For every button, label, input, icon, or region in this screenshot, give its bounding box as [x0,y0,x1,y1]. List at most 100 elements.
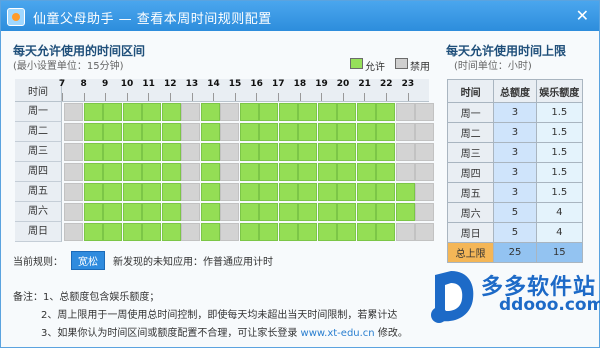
schedule-cell-allowed[interactable] [259,123,278,141]
schedule-cell-allowed[interactable] [142,163,161,181]
schedule-cell-allowed[interactable] [122,223,142,241]
schedule-cell-allowed[interactable] [317,143,337,161]
schedule-cell-allowed[interactable] [239,143,259,161]
schedule-cell-allowed[interactable] [395,203,415,221]
schedule-cell-allowed[interactable] [337,123,356,141]
schedule-cell-allowed[interactable] [103,223,122,241]
schedule-cell-allowed[interactable] [142,103,161,121]
schedule-cell-allowed[interactable] [298,223,317,241]
schedule-cell-forbidden[interactable] [64,203,83,221]
schedule-cell-allowed[interactable] [142,203,161,221]
schedule-cell-forbidden[interactable] [395,223,415,241]
schedule-cell-allowed[interactable] [356,203,376,221]
schedule-cell-allowed[interactable] [103,163,122,181]
schedule-cell-allowed[interactable] [298,203,317,221]
schedule-cell-allowed[interactable] [278,103,298,121]
schedule-cell-forbidden[interactable] [64,143,83,161]
schedule-cell-allowed[interactable] [142,123,161,141]
schedule-cell-allowed[interactable] [161,163,181,181]
schedule-cell-allowed[interactable] [298,183,317,201]
schedule-cell-allowed[interactable] [83,123,103,141]
schedule-cell-allowed[interactable] [356,163,376,181]
schedule-cell-allowed[interactable] [200,163,220,181]
schedule-cell-allowed[interactable] [356,123,376,141]
schedule-cell-allowed[interactable] [142,223,161,241]
schedule-cell-allowed[interactable] [122,143,142,161]
schedule-cell-allowed[interactable] [259,203,278,221]
schedule-cell-forbidden[interactable] [395,123,415,141]
schedule-cell-allowed[interactable] [395,183,415,201]
schedule-cell-forbidden[interactable] [64,103,83,121]
schedule-cell-allowed[interactable] [142,143,161,161]
schedule-cell-allowed[interactable] [376,183,395,201]
schedule-cell-allowed[interactable] [239,223,259,241]
schedule-cell-forbidden[interactable] [181,123,200,141]
schedule-cell-allowed[interactable] [376,103,395,121]
schedule-cell-allowed[interactable] [337,143,356,161]
schedule-cell-forbidden[interactable] [415,103,434,121]
schedule-cell-allowed[interactable] [298,163,317,181]
schedule-cell-allowed[interactable] [122,203,142,221]
schedule-cell-allowed[interactable] [200,183,220,201]
schedule-cell-allowed[interactable] [337,223,356,241]
schedule-cell-forbidden[interactable] [181,163,200,181]
schedule-cell-allowed[interactable] [239,183,259,201]
schedule-cell-forbidden[interactable] [220,123,239,141]
schedule-cell-allowed[interactable] [200,123,220,141]
site-link[interactable]: www.xt-edu.cn [301,328,375,339]
schedule-cell-allowed[interactable] [239,163,259,181]
schedule-cell-allowed[interactable] [337,163,356,181]
schedule-cell-forbidden[interactable] [415,163,434,181]
schedule-cell-allowed[interactable] [161,203,181,221]
schedule-cell-allowed[interactable] [317,123,337,141]
schedule-cell-forbidden[interactable] [64,223,83,241]
schedule-cell-allowed[interactable] [122,183,142,201]
schedule-cell-allowed[interactable] [376,143,395,161]
schedule-cell-allowed[interactable] [83,223,103,241]
schedule-cell-forbidden[interactable] [181,203,200,221]
schedule-cell-allowed[interactable] [317,183,337,201]
schedule-cell-allowed[interactable] [239,103,259,121]
schedule-cell-forbidden[interactable] [395,103,415,121]
schedule-cell-allowed[interactable] [122,163,142,181]
schedule-cell-allowed[interactable] [103,183,122,201]
schedule-cell-allowed[interactable] [259,223,278,241]
schedule-cell-forbidden[interactable] [395,163,415,181]
schedule-cell-allowed[interactable] [142,183,161,201]
schedule-cell-allowed[interactable] [83,143,103,161]
schedule-cell-allowed[interactable] [161,223,181,241]
schedule-cell-forbidden[interactable] [181,143,200,161]
schedule-cell-allowed[interactable] [122,123,142,141]
schedule-cell-forbidden[interactable] [181,103,200,121]
schedule-cell-allowed[interactable] [337,103,356,121]
schedule-cell-allowed[interactable] [161,103,181,121]
schedule-cell-allowed[interactable] [337,203,356,221]
schedule-cell-forbidden[interactable] [181,183,200,201]
schedule-cell-allowed[interactable] [83,203,103,221]
schedule-cell-forbidden[interactable] [220,203,239,221]
schedule-cell-forbidden[interactable] [395,143,415,161]
schedule-cell-allowed[interactable] [200,203,220,221]
schedule-cell-allowed[interactable] [83,163,103,181]
schedule-cell-allowed[interactable] [161,143,181,161]
schedule-cell-allowed[interactable] [259,163,278,181]
schedule-cell-allowed[interactable] [83,103,103,121]
close-button[interactable]: ✕ [576,6,589,25]
schedule-cell-forbidden[interactable] [415,223,434,241]
schedule-cell-allowed[interactable] [317,163,337,181]
schedule-cell-allowed[interactable] [200,143,220,161]
schedule-cell-forbidden[interactable] [415,123,434,141]
schedule-cell-forbidden[interactable] [64,123,83,141]
schedule-cell-allowed[interactable] [103,123,122,141]
schedule-cell-allowed[interactable] [239,203,259,221]
schedule-cell-forbidden[interactable] [220,143,239,161]
schedule-cell-allowed[interactable] [259,183,278,201]
schedule-cell-allowed[interactable] [259,103,278,121]
schedule-cell-allowed[interactable] [278,223,298,241]
schedule-cell-allowed[interactable] [122,103,142,121]
schedule-cell-allowed[interactable] [83,183,103,201]
schedule-cell-allowed[interactable] [259,143,278,161]
schedule-cell-allowed[interactable] [278,183,298,201]
schedule-cell-allowed[interactable] [239,123,259,141]
schedule-cell-allowed[interactable] [103,143,122,161]
